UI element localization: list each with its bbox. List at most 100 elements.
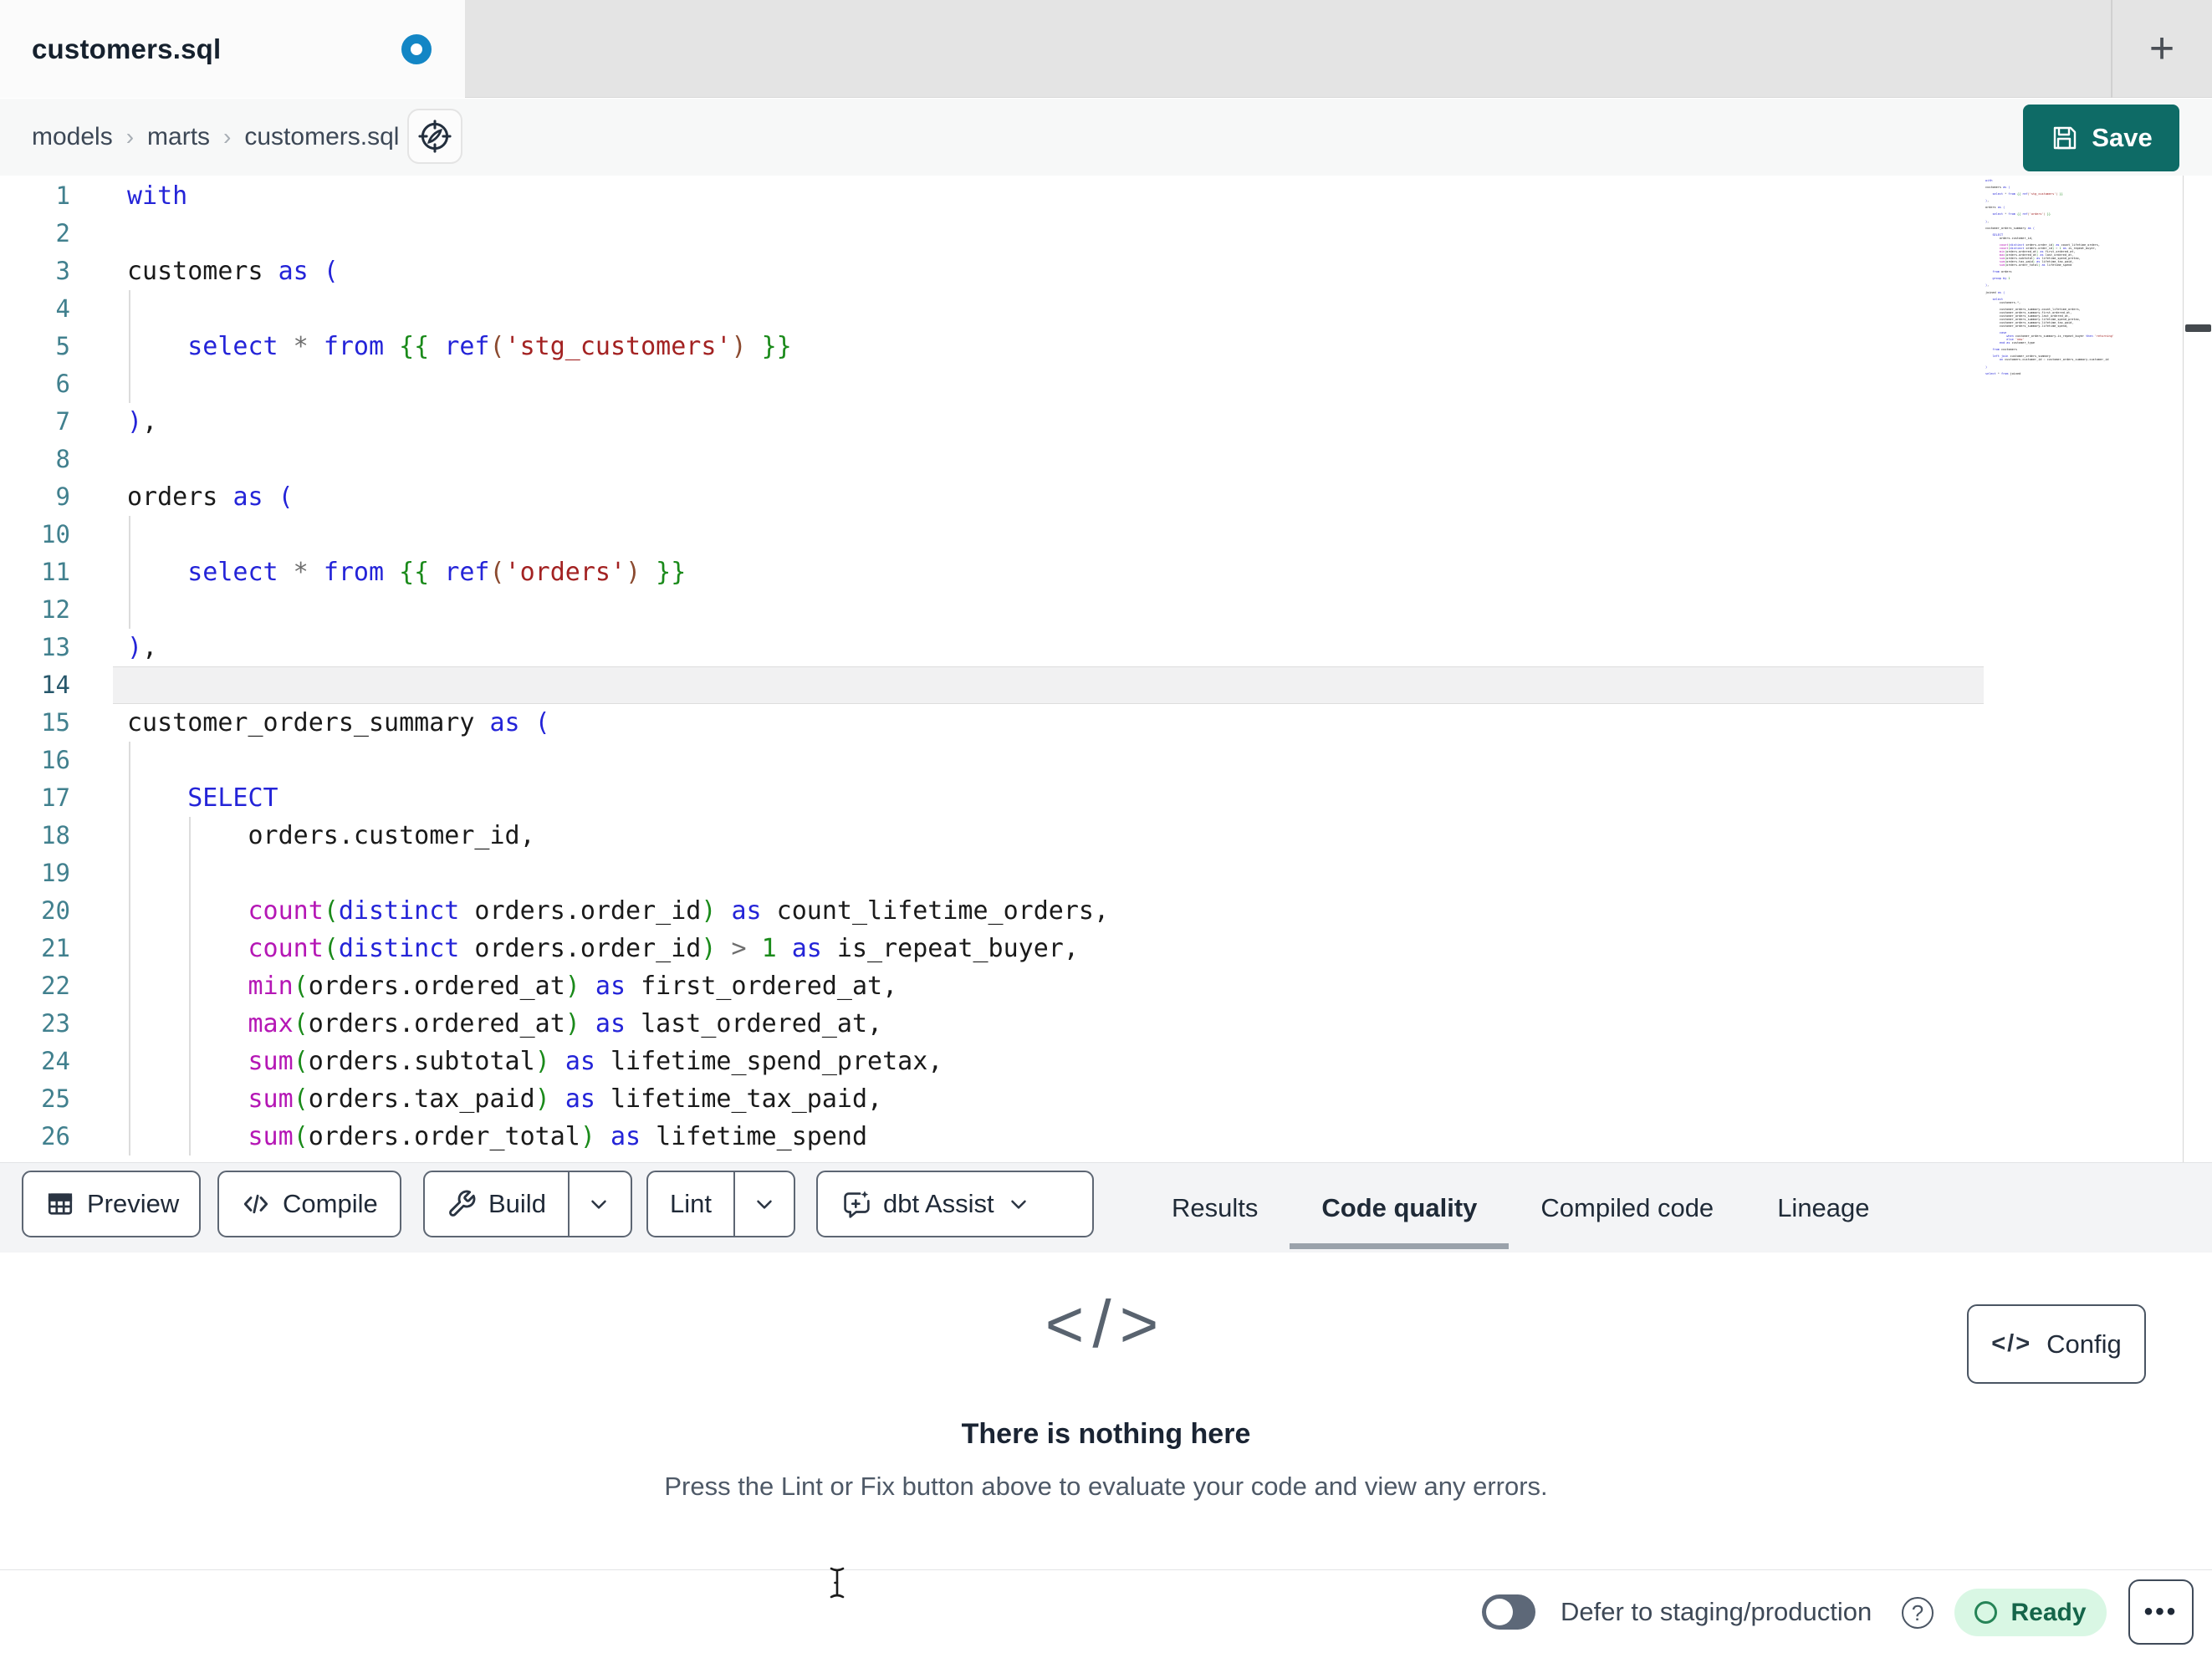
code-line[interactable]: sum(orders.subtotal) as lifetime_spend_p… bbox=[127, 1043, 1109, 1080]
code-line[interactable]: customers as ( bbox=[127, 253, 1109, 290]
code-line[interactable]: orders.customer_id, bbox=[127, 817, 1109, 855]
line-number: 16 bbox=[41, 746, 70, 774]
line-number: 2 bbox=[55, 219, 70, 247]
line-number: 10 bbox=[41, 520, 70, 548]
tab-lineage[interactable]: Lineage bbox=[1745, 1163, 1901, 1253]
line-number: 1 bbox=[55, 181, 70, 210]
empty-state-code-icon: </> bbox=[1045, 1287, 1167, 1361]
breadcrumb-separator: › bbox=[125, 124, 135, 150]
status-ring-icon bbox=[1974, 1601, 1998, 1624]
code-line[interactable] bbox=[127, 215, 1109, 253]
code-text-area[interactable]: with customers as ( select * from {{ ref… bbox=[127, 177, 1109, 1156]
breadcrumb-item-marts[interactable]: marts bbox=[147, 123, 210, 151]
compile-button-label: Compile bbox=[283, 1189, 378, 1218]
tab-bar: customers.sql + bbox=[0, 0, 2212, 98]
code-line[interactable]: select * from {{ ref('orders') }} bbox=[127, 554, 1109, 591]
line-number: 8 bbox=[55, 445, 70, 473]
code-line[interactable] bbox=[127, 441, 1109, 478]
config-button[interactable]: </> Config bbox=[1967, 1304, 2146, 1384]
code-line[interactable] bbox=[127, 516, 1109, 554]
lint-button[interactable]: Lint bbox=[648, 1172, 733, 1236]
code-line[interactable]: customer_orders_summary as ( bbox=[127, 704, 1109, 742]
code-line[interactable] bbox=[127, 742, 1109, 779]
code-line[interactable] bbox=[127, 365, 1109, 403]
lint-dropdown-button[interactable] bbox=[735, 1172, 794, 1236]
assist-chat-sparkle-icon bbox=[844, 1191, 870, 1218]
breadcrumb-item-customers-sql[interactable]: customers.sql bbox=[244, 123, 399, 151]
code-line[interactable]: with bbox=[127, 177, 1109, 215]
line-number: 12 bbox=[41, 595, 70, 624]
build-button[interactable]: Build bbox=[425, 1172, 568, 1236]
build-dropdown-button[interactable] bbox=[570, 1172, 628, 1236]
line-number: 17 bbox=[41, 783, 70, 812]
file-explore-button[interactable] bbox=[407, 109, 462, 164]
code-line[interactable]: min(orders.ordered_at) as first_ordered_… bbox=[127, 967, 1109, 1005]
scrollbar-thumb[interactable] bbox=[2185, 324, 2211, 332]
line-number: 22 bbox=[41, 972, 70, 1000]
line-number: 4 bbox=[55, 294, 70, 323]
line-number: 20 bbox=[41, 896, 70, 925]
line-number: 21 bbox=[41, 934, 70, 962]
code-line[interactable]: ), bbox=[127, 403, 1109, 441]
breadcrumb: models › marts › customers.sql bbox=[32, 99, 399, 176]
line-number-gutter: 1 2 3 4 5 6 7 8 9 10 11 12 13 14 15 16 17 18 19 20 21 22 23 24 2… bbox=[0, 177, 70, 1156]
text-cursor-pointer bbox=[830, 1567, 845, 1599]
new-tab-button[interactable]: + bbox=[2128, 0, 2195, 98]
line-number: 11 bbox=[41, 558, 70, 586]
line-number: 24 bbox=[41, 1047, 70, 1075]
tab-customers-sql[interactable]: customers.sql bbox=[0, 0, 465, 98]
code-line[interactable] bbox=[127, 666, 1109, 704]
overflow-menu-button[interactable]: ••• bbox=[2128, 1579, 2194, 1645]
code-icon bbox=[243, 1194, 268, 1214]
save-button[interactable]: Save bbox=[2023, 105, 2179, 171]
defer-toggle[interactable] bbox=[1482, 1594, 1535, 1630]
code-line[interactable] bbox=[127, 855, 1109, 892]
dbt-assist-button[interactable]: dbt Assist bbox=[816, 1171, 1094, 1237]
code-line[interactable]: SELECT bbox=[127, 779, 1109, 817]
toggle-knob bbox=[1486, 1599, 1513, 1625]
code-line[interactable]: sum(orders.tax_paid) as lifetime_tax_pai… bbox=[127, 1080, 1109, 1118]
defer-label: Defer to staging/production bbox=[1561, 1597, 1872, 1626]
preview-button[interactable]: Preview bbox=[22, 1171, 201, 1237]
tab-results[interactable]: Results bbox=[1140, 1163, 1290, 1253]
compile-button[interactable]: Compile bbox=[217, 1171, 401, 1237]
code-editor[interactable]: 1 2 3 4 5 6 7 8 9 10 11 12 13 14 15 16 17 18 19 20 21 22 23 24 2… bbox=[0, 176, 2212, 1162]
dbt-ide-window: customers.sql + models › marts › customers.s… bbox=[0, 0, 2212, 1653]
code-line[interactable]: count(distinct orders.order_id) as count… bbox=[127, 892, 1110, 930]
tab-code-quality[interactable]: Code quality bbox=[1290, 1163, 1510, 1253]
code-line[interactable]: max(orders.ordered_at) as last_ordered_a… bbox=[127, 1005, 1109, 1043]
line-number: 13 bbox=[41, 633, 70, 661]
line-number: 14 bbox=[41, 671, 70, 699]
minimap-line: select * from joined bbox=[1985, 371, 2021, 375]
line-number: 5 bbox=[55, 332, 70, 360]
help-icon[interactable]: ? bbox=[1902, 1597, 1934, 1629]
panel-tab-bar: Results Code quality Compiled code Linea… bbox=[1140, 1163, 1902, 1253]
code-line[interactable]: sum(orders.order_total) as lifetime_spen… bbox=[127, 1118, 1109, 1156]
line-number: 15 bbox=[41, 708, 70, 737]
empty-state-title: There is nothing here bbox=[961, 1418, 1251, 1450]
code-quality-panel: </> There is nothing here Press the Lint… bbox=[0, 1253, 2212, 1570]
tab-strip-divider bbox=[2111, 0, 2112, 98]
minimap[interactable]: with customers as ( select * from {{ ref… bbox=[1985, 179, 2183, 375]
line-number: 7 bbox=[55, 407, 70, 436]
scrollbar-track bbox=[2183, 176, 2184, 1162]
breadcrumb-separator: › bbox=[223, 124, 232, 150]
code-line[interactable]: select * from {{ ref('stg_customers') }} bbox=[127, 328, 1109, 365]
ide-status-label: Ready bbox=[2010, 1598, 2087, 1626]
code-line[interactable]: orders as ( bbox=[127, 478, 1109, 516]
code-line[interactable] bbox=[127, 591, 1109, 629]
ide-status-badge[interactable]: Ready bbox=[1954, 1589, 2107, 1636]
save-button-label: Save bbox=[2092, 123, 2153, 152]
line-number: 9 bbox=[55, 482, 70, 511]
breadcrumb-item-models[interactable]: models bbox=[32, 123, 113, 151]
code-line[interactable] bbox=[127, 290, 1109, 328]
code-icon: </> bbox=[1991, 1330, 2032, 1357]
status-bar: Defer to staging/production ? Ready ••• bbox=[0, 1571, 2212, 1653]
tab-compiled-code[interactable]: Compiled code bbox=[1509, 1163, 1745, 1253]
code-line[interactable]: count(distinct orders.order_id) > 1 as i… bbox=[127, 930, 1109, 967]
code-line[interactable]: ), bbox=[127, 629, 1109, 666]
dbt-assist-button-label: dbt Assist bbox=[883, 1189, 994, 1218]
editor-toolbar: Preview Compile Build Lint dbt Assist Re… bbox=[0, 1162, 2212, 1253]
line-number: 18 bbox=[41, 821, 70, 849]
breadcrumb-row: models › marts › customers.sql Save bbox=[0, 99, 2212, 176]
